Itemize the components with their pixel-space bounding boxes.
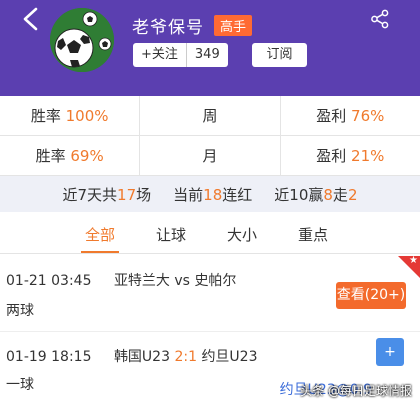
star-icon: ★ — [409, 255, 418, 266]
vs-label: vs — [174, 273, 190, 289]
bet-type: 一球 — [6, 377, 34, 393]
period-week: 周 — [139, 95, 279, 136]
win-rate-value: 100% — [65, 106, 109, 125]
avatar[interactable] — [50, 8, 114, 72]
follow-group: +关注 349 — [133, 43, 228, 67]
match-datetime: 01-21 03:45 — [6, 273, 92, 289]
follow-button[interactable]: +关注 — [133, 43, 187, 67]
profit-value: 76% — [351, 106, 385, 125]
watermark: 头条 @每日足球情报 — [300, 384, 412, 398]
filter-tabs: 全部 让球 大小 重点 — [0, 218, 420, 254]
current-streak: 当前18连红 — [173, 185, 253, 204]
expert-name: 老爷保号 — [132, 17, 204, 38]
share-icon[interactable] — [370, 9, 390, 29]
win-rate-label: 胜率 — [30, 106, 61, 125]
follower-count: 349 — [194, 47, 220, 62]
last-10-record: 近10赢8走2 — [274, 185, 358, 204]
soccer-ball-icon — [50, 8, 114, 72]
period-month: 月 — [139, 135, 279, 176]
stats-row-month: 胜率 69% 月 盈利 21% — [0, 135, 420, 176]
tab-key[interactable]: 重点 — [293, 218, 333, 252]
tab-all[interactable]: 全部 — [80, 218, 120, 253]
recent-7days: 近7天共17场 — [62, 185, 152, 204]
title-row: 老爷保号 高手 — [132, 14, 253, 38]
plus-icon[interactable]: + — [376, 338, 404, 366]
match-item[interactable]: ★ 01-21 03:45 亚特兰大 vs 史帕尔 两球 查看(20+) — [0, 255, 420, 332]
win-rate-label: 胜率 — [35, 146, 66, 165]
profit-label: 盈利 — [316, 146, 347, 165]
tab-handicap[interactable]: 让球 — [151, 218, 191, 252]
back-arrow-icon[interactable] — [20, 6, 42, 32]
match-item[interactable]: 01-19 18:15 韩国U23 2:1 约旦U23 一球 + 约旦U23@0… — [0, 332, 420, 405]
win-rate-week: 胜率 100% — [0, 96, 139, 136]
subscribe-button[interactable]: 订阅 — [252, 43, 307, 67]
win-rate-month: 胜率 69% — [0, 136, 139, 176]
match-datetime: 01-19 18:15 — [6, 349, 92, 365]
profit-label: 盈利 — [316, 106, 347, 125]
profit-value: 21% — [351, 146, 385, 165]
home-team: 亚特兰大 — [113, 273, 170, 289]
profile-header: 老爷保号 高手 +关注 349 订阅 — [0, 0, 420, 96]
away-team: 约旦U23 — [201, 349, 258, 365]
match-info: 01-19 18:15 韩国U23 2:1 约旦U23 — [6, 346, 258, 366]
level-badge: 高手 — [214, 14, 253, 36]
view-button[interactable]: 查看(20+) — [336, 282, 406, 309]
record-summary: 近7天共17场 当前18连红 近10赢8走2 — [0, 176, 420, 212]
stats-row-week: 胜率 100% 周 盈利 76% — [0, 95, 420, 136]
profit-week: 盈利 76% — [279, 95, 420, 136]
profit-month: 盈利 21% — [279, 135, 420, 176]
match-info: 01-21 03:45 亚特兰大 vs 史帕尔 — [6, 270, 236, 290]
match-score: 2:1 — [174, 349, 197, 365]
home-team: 韩国U23 — [113, 349, 170, 365]
away-team: 史帕尔 — [194, 273, 237, 289]
win-rate-value: 69% — [70, 146, 104, 165]
tab-over-under[interactable]: 大小 — [222, 218, 262, 252]
bet-type: 两球 — [6, 303, 34, 319]
